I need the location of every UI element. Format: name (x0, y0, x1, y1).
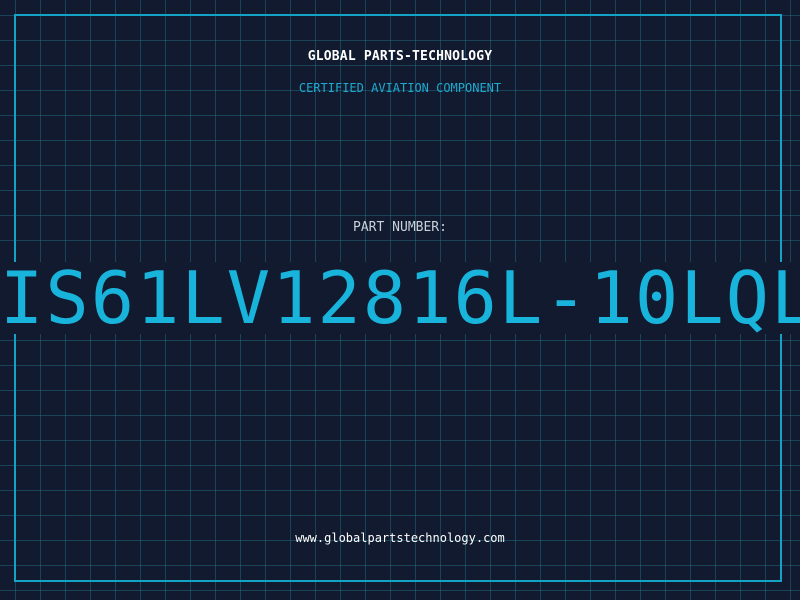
certificate-card: GLOBAL PARTS-TECHNOLOGY CERTIFIED AVIATI… (0, 0, 800, 600)
tagline: CERTIFIED AVIATION COMPONENT (298, 81, 502, 95)
part-number-value: IS61LV12816L-10LQLI (0, 256, 800, 340)
company-name: GLOBAL PARTS-TECHNOLOGY (307, 49, 493, 64)
part-number-label: PART NUMBER: (353, 220, 447, 235)
website-url: www.globalpartstechnology.com (295, 531, 505, 545)
